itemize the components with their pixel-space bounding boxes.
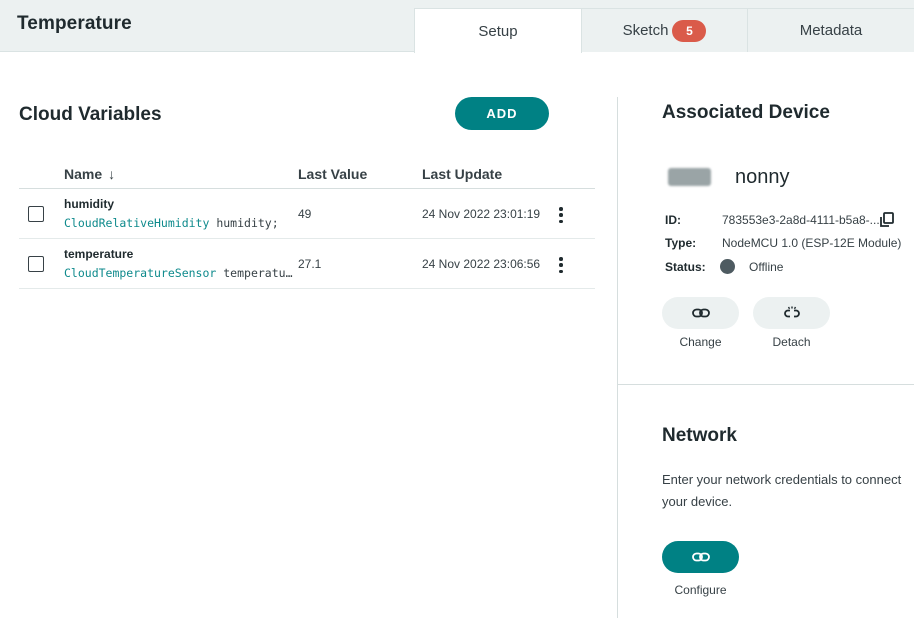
variable-declaration-rest: humidity; xyxy=(209,216,279,230)
status-offline-icon xyxy=(720,259,735,274)
link-icon xyxy=(691,308,710,318)
more-options-icon[interactable] xyxy=(555,205,567,225)
variable-name: humidity xyxy=(64,197,114,211)
more-options-icon[interactable] xyxy=(555,255,567,275)
tab-metadata-label: Metadata xyxy=(799,22,863,39)
change-device-button[interactable] xyxy=(662,297,739,329)
variable-type: CloudRelativeHumidity xyxy=(64,216,210,230)
row-checkbox[interactable] xyxy=(28,206,44,222)
column-header-last-update: Last Update xyxy=(422,166,503,182)
device-type-value: NodeMCU 1.0 (ESP-12E Module) xyxy=(722,236,902,250)
variable-last-value: 49 xyxy=(298,207,312,221)
table-row[interactable]: humidity CloudRelativeHumidity humidity;… xyxy=(19,189,595,239)
top-bar: Temperature Setup Sketch 5 Metadata xyxy=(0,0,914,53)
tab-sketch[interactable]: Sketch 5 xyxy=(582,8,748,52)
detach-label: Detach xyxy=(772,335,811,349)
column-header-last-value: Last Value xyxy=(298,166,368,182)
variable-declaration: CloudTemperatureSensor temperature; xyxy=(64,266,297,280)
unlink-icon xyxy=(783,306,800,318)
column-name-label: Name xyxy=(64,166,103,182)
tab-setup[interactable]: Setup xyxy=(414,8,582,53)
configure-network-button[interactable] xyxy=(662,541,739,573)
detach-device-button[interactable] xyxy=(753,297,830,329)
device-icon xyxy=(668,168,711,186)
copy-icon[interactable] xyxy=(878,211,896,229)
tab-setup-label: Setup xyxy=(478,22,518,40)
tab-metadata[interactable]: Metadata xyxy=(748,8,914,52)
variable-type: CloudTemperatureSensor xyxy=(64,266,217,280)
variable-name: temperature xyxy=(64,247,134,261)
device-status-value: Offline xyxy=(749,260,784,274)
variable-last-update: 24 Nov 2022 23:01:19 xyxy=(422,207,541,221)
device-id-value: 783553e3-2a8d-4111-b5a8-... xyxy=(722,213,880,227)
tab-sketch-label: Sketch xyxy=(622,22,669,39)
configure-label: Configure xyxy=(674,583,727,597)
device-name: nonny xyxy=(735,166,790,188)
device-id-label: ID: xyxy=(665,213,681,227)
variable-last-value: 27.1 xyxy=(298,257,322,271)
table-row[interactable]: temperature CloudTemperatureSensor tempe… xyxy=(19,239,595,289)
column-header-name[interactable]: Name ↓ xyxy=(64,166,115,182)
device-status-label: Status: xyxy=(665,260,706,274)
row-checkbox[interactable] xyxy=(28,256,44,272)
network-title: Network xyxy=(662,425,737,446)
sketch-badge: 5 xyxy=(672,19,707,42)
add-variable-button[interactable]: ADD xyxy=(455,97,549,130)
device-type-label: Type: xyxy=(665,236,697,250)
variable-declaration: CloudRelativeHumidity humidity; xyxy=(64,216,297,230)
panel-divider xyxy=(617,97,618,618)
change-label: Change xyxy=(679,335,722,349)
variable-last-update: 24 Nov 2022 23:06:56 xyxy=(422,257,541,271)
network-description: Enter your network credentials to connec… xyxy=(662,472,902,509)
link-icon xyxy=(691,552,710,562)
thing-title: Temperature xyxy=(17,13,132,34)
associated-device-title: Associated Device xyxy=(662,102,830,123)
section-divider xyxy=(617,384,914,385)
sort-down-icon: ↓ xyxy=(108,166,116,182)
cloud-variables-title: Cloud Variables xyxy=(19,104,162,125)
variable-declaration-rest: temperature; xyxy=(223,266,297,280)
